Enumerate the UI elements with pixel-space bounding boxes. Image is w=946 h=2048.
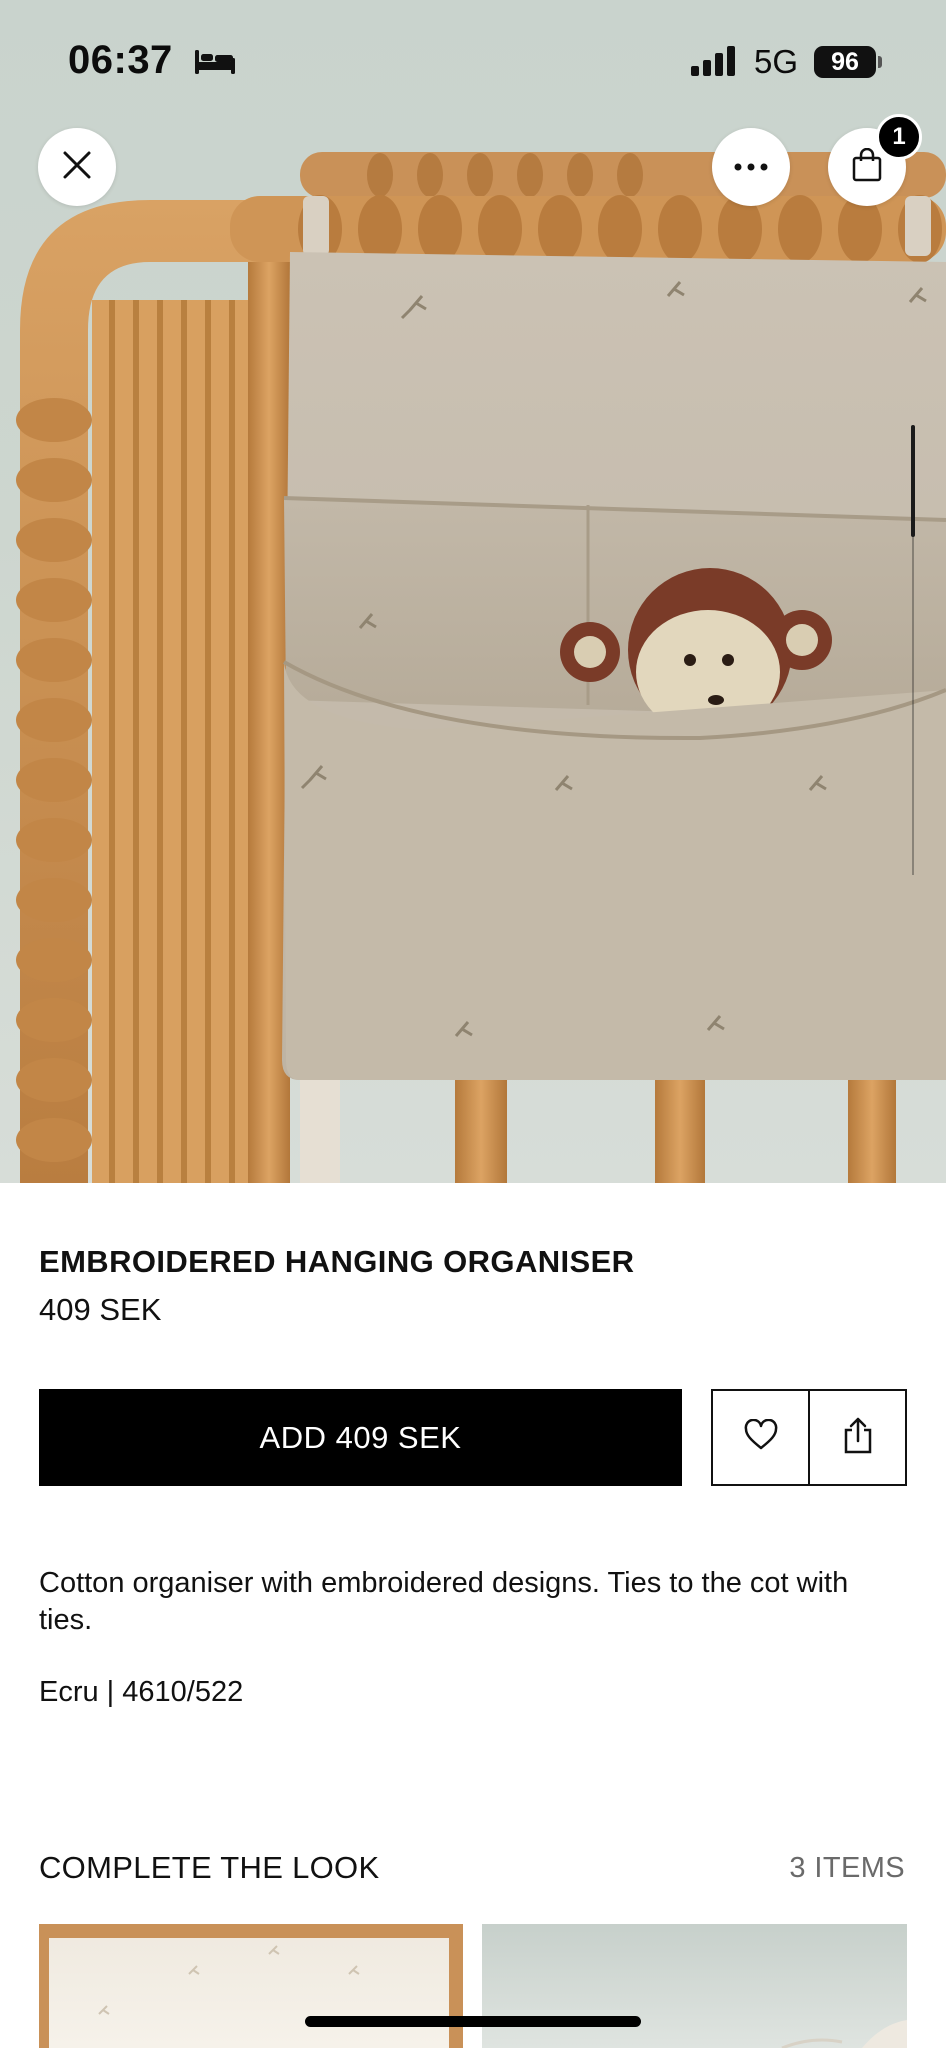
more-options-button[interactable] <box>712 128 790 206</box>
heart-icon <box>743 1418 779 1456</box>
product-colour-reference: Ecru | 4610/522 <box>39 1676 244 1708</box>
image-scroll-indicator <box>911 425 915 875</box>
look-item-thumbnail[interactable] <box>39 1924 463 2048</box>
share-icon <box>843 1416 873 1459</box>
complete-the-look-title: COMPLETE THE LOOK <box>39 1850 380 1885</box>
product-image[interactable] <box>0 0 946 1183</box>
ellipsis-icon <box>734 158 768 176</box>
network-type: 5G <box>754 43 799 80</box>
home-indicator <box>305 2016 641 2027</box>
bag-count-badge: 1 <box>876 114 922 160</box>
battery-level: 96 <box>814 46 876 78</box>
close-icon <box>62 150 92 185</box>
status-bar: 06:37 5G 96 <box>0 0 946 130</box>
battery-icon <box>878 56 882 68</box>
add-to-bag-button[interactable]: ADD 409 SEK <box>39 1389 682 1486</box>
cellular-signal-icon <box>691 46 737 81</box>
product-photo <box>16 152 946 1183</box>
status-time: 06:37 <box>68 38 173 82</box>
complete-the-look-count[interactable]: 3 ITEMS <box>789 1852 905 1885</box>
product-description: Cotton organiser with embroidered design… <box>39 1567 849 1636</box>
shopping-bag-icon <box>852 147 882 187</box>
product-title: EMBROIDERED HANGING ORGANISER <box>39 1244 635 1279</box>
look-item-thumbnail[interactable] <box>482 1924 907 2048</box>
bed-icon <box>193 46 237 81</box>
close-button[interactable] <box>38 128 116 206</box>
share-button[interactable] <box>808 1391 905 1484</box>
product-actions <box>711 1389 907 1486</box>
product-price: 409 SEK <box>39 1292 162 1327</box>
wishlist-button[interactable] <box>713 1391 808 1484</box>
